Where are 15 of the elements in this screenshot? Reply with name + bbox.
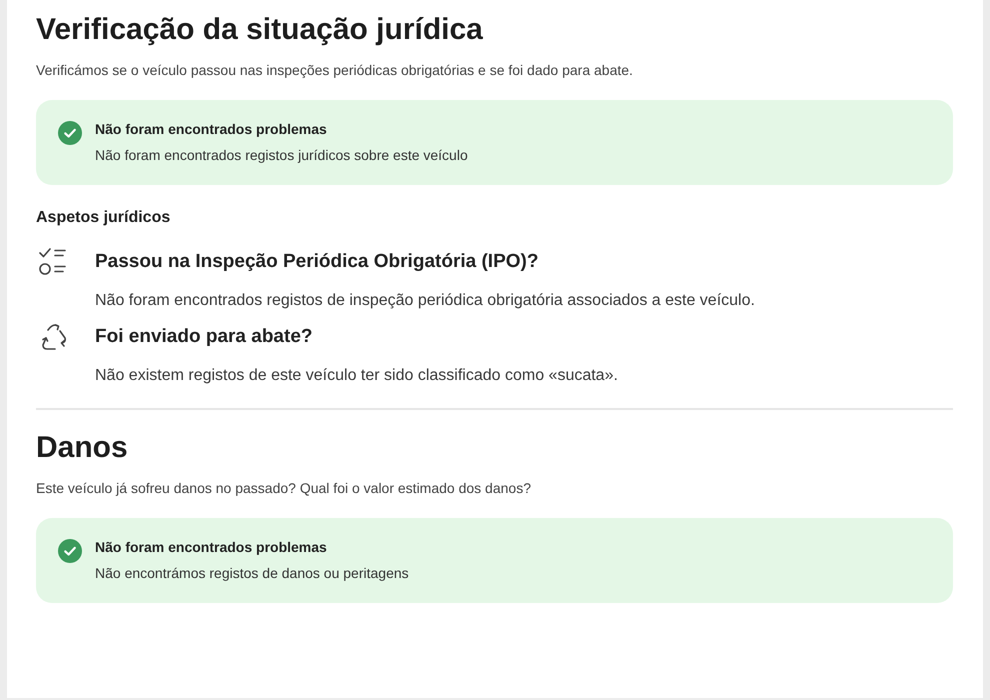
answer-text: Não existem registos de este veículo ter sido classificado como «sucata». [95,366,619,386]
check-circle-icon [58,539,82,563]
status-message: Não encontrámos registos de danos ou peritagens [95,564,409,583]
question-heading: Foi enviado para abate? [95,325,314,349]
check-circle-icon [58,121,82,145]
subsection-title: Aspetos jurídicos [36,208,172,228]
question-heading: Passou na Inspeção Periódica Obrigatória (IPO)? [95,250,540,274]
status-message: Não foram encontrados registos jurídicos sobre este veículo [95,146,468,165]
section-description: Este veículo já sofreu danos no passado? Qual foi o valor estimado dos danos? [36,479,532,498]
section-title: Danos [36,430,129,466]
section-description: Verificámos se o veículo passou nas inspeções periódicas obrigatórias e se foi dado para abate. [36,61,634,80]
answer-text: Não foram encontrados registos de inspeção periódica obrigatória associados a este veículo. [95,291,756,311]
status-title: Não foram encontrados problemas [95,120,328,139]
section-title: Verificação da situação jurídica [36,12,484,48]
status-title: Não foram encontrados problemas [95,538,328,557]
